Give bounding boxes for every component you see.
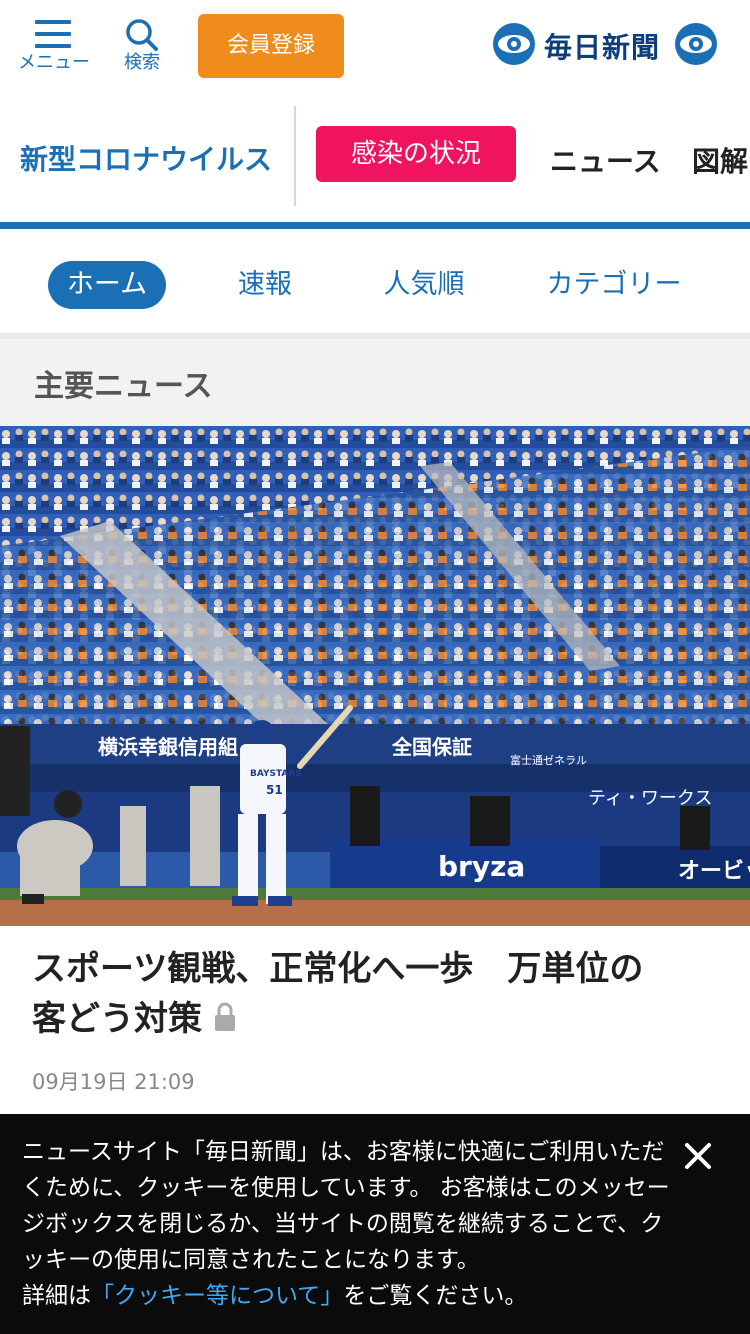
mainichi-logo[interactable]: 毎日新聞 [492,22,722,68]
divider [294,106,296,206]
cookie-text: ニュースサイト「毎日新聞」は、お客様に快適にご利用いただくために、クッキーを使用… [22,1139,670,1273]
close-icon[interactable] [680,1138,716,1174]
ad-sponsor: 富士通ゼネラル [510,753,587,767]
search-button[interactable]: 検索 [102,14,182,80]
corona-bar: 新型コロナウイルス 感染の状況 ニュース 図解 [0,88,750,224]
logo-text: 毎日新聞 [544,31,661,64]
nav-tabs: ホーム 速報 人気順 カテゴリー [0,229,750,333]
infection-status-button[interactable]: 感染の状況 [316,126,516,182]
article-photo[interactable]: 横浜幸銀信用組 全国保証 富士通ゼネラル ティ・ワークス bryza オービッ … [0,426,750,926]
cookie-policy-link[interactable]: 「クッキー等について」 [91,1283,343,1309]
corona-zukai-link[interactable]: 図解 [692,140,748,180]
tab-category[interactable]: カテゴリー [536,261,692,309]
section-header: 主要ニュース [0,339,750,426]
section-title: 主要ニュース [34,369,213,404]
register-button[interactable]: 会員登録 [198,14,344,78]
uniform-text: BAYSTARS [250,769,302,779]
corona-title-link[interactable]: 新型コロナウイルス [20,138,272,178]
headline-line-2: 客どう対策 [32,999,202,1039]
cookie-message: ニュースサイト「毎日新聞」は、お客様に快適にご利用いただくために、クッキーを使用… [22,1134,672,1314]
mainichi-eye-icon [493,23,535,65]
hamburger-menu-icon [35,20,71,48]
article-headline[interactable]: スポーツ観戦、正常化へ一歩 万単位の 客どう対策 [32,944,722,1044]
search-label: 検索 [124,52,160,73]
ad-bryza: bryza [438,850,525,883]
tab-popular[interactable]: 人気順 [372,261,476,309]
search-icon [126,19,158,51]
blue-separator [0,222,750,229]
ad-insurance: 全国保証 [391,735,472,759]
menu-button[interactable]: メニュー [14,14,94,80]
cookie-banner: ニュースサイト「毎日新聞」は、お客様に快適にご利用いただくために、クッキーを使用… [0,1114,750,1334]
cookie-after-text: をご覧ください。 [343,1283,528,1309]
tab-breaking[interactable]: 速報 [220,261,310,309]
article-date: 09月19日 21:09 [32,1070,195,1094]
uniform-number: 51 [266,783,283,797]
top-header: メニュー 検索 会員登録 毎日新聞 [0,0,750,88]
ad-tworks: ティ・ワークス [588,788,712,809]
lock-icon [215,1002,235,1031]
mainichi-eye-icon [675,23,717,65]
ad-bank: 横浜幸銀信用組 [98,735,238,759]
baseball-stadium-image: 横浜幸銀信用組 全国保証 富士通ゼネラル ティ・ワークス bryza オービッ … [0,426,750,926]
ad-obic: オービッ [678,859,750,884]
cookie-details-label: 詳細は [22,1283,91,1309]
menu-label: メニュー [18,52,90,73]
corona-news-link[interactable]: ニュース [550,140,661,180]
headline-line-1: スポーツ観戦、正常化へ一歩 万単位の [32,949,644,989]
tab-home[interactable]: ホーム [48,261,166,309]
